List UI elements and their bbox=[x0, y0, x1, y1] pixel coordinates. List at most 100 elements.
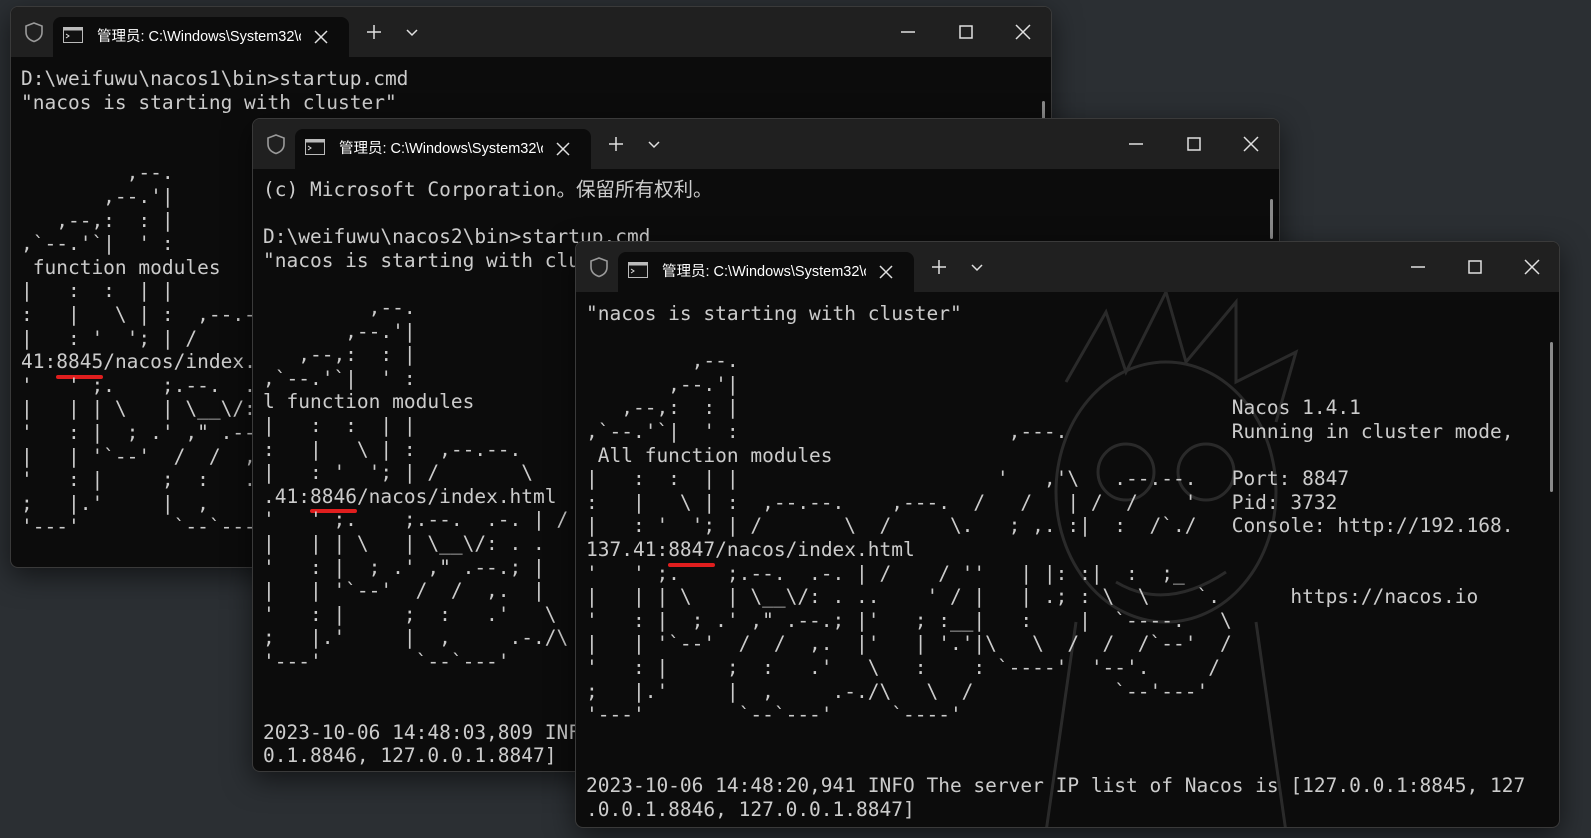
shield-icon bbox=[590, 257, 608, 278]
line-text: | : : | | bbox=[263, 414, 416, 437]
tab-cmd[interactable]: 管理员: C:\Windows\System32\cmd.exe bbox=[295, 129, 591, 169]
line-text: 137.41: bbox=[586, 538, 669, 561]
line-text: ,--. bbox=[263, 296, 416, 319]
line-text: ,`--.'`| ' : bbox=[21, 232, 174, 256]
terminal-line: | : ' '; | / \ bbox=[263, 461, 533, 485]
terminal-line: | : : | | bbox=[21, 279, 174, 303]
minimize-button[interactable] bbox=[895, 19, 921, 45]
title-bar[interactable]: 管理员: C:\Windows\System32\cmd.exe bbox=[253, 119, 1279, 169]
terminal-line: ' ' ;. ;.--. . bbox=[21, 374, 256, 398]
line-text: | : : | | bbox=[21, 279, 174, 303]
maximize-button[interactable] bbox=[1462, 254, 1488, 280]
line-text: ' : | ; : .' \ : : `----' '--'. / bbox=[586, 656, 1220, 679]
terminal-line: 2023-10-06 14:48:03,809 INFO bbox=[263, 721, 592, 745]
close-tab-icon[interactable] bbox=[553, 139, 573, 159]
terminal-line: ' ' ;. ;.--. .-. | / bbox=[263, 508, 568, 532]
close-tab-icon[interactable] bbox=[311, 27, 331, 47]
scrollbar[interactable] bbox=[1550, 342, 1553, 492]
line-text: /nacos/index.html bbox=[715, 538, 915, 561]
terminal-content[interactable]: "nacos is starting with cluster" ,--. ,-… bbox=[576, 292, 1559, 827]
terminal-line: 137.41:8847/nacos/index.html bbox=[586, 538, 915, 567]
terminal-line: ' : | ; .' ," .--. bbox=[21, 421, 268, 445]
terminal-line: ; |.' | , .-./\ bbox=[263, 626, 568, 650]
chevron-down-icon[interactable] bbox=[401, 21, 423, 43]
line-text: function modules bbox=[21, 255, 221, 279]
line-text: ; |.' | , bbox=[21, 491, 209, 515]
line-text: ; |.' | , .-./\ \ / `--'---' bbox=[586, 679, 1209, 703]
close-button[interactable] bbox=[1519, 254, 1545, 280]
line-text: ,--.'| bbox=[586, 372, 739, 396]
tab-cmd[interactable]: 管理员: C:\Windows\System32\cmd.exe bbox=[53, 17, 349, 57]
terminal-line: ' : | ; .' ," .--.; |' ; :__| : | `----.… bbox=[586, 609, 1232, 633]
new-tab-button[interactable] bbox=[363, 21, 385, 43]
terminal-line: D:\weifuwu\nacos1\bin>startup.cmd bbox=[21, 67, 408, 91]
line-text: | | | \ | \__\/: . bbox=[21, 397, 280, 421]
terminal-line: ' ' ;. ;.--. .-. | / / '' | |: :| : ;_ bbox=[586, 562, 1185, 586]
tab-cmd[interactable]: 管理员: C:\Windows\System32\cmd.exe bbox=[618, 252, 914, 292]
highlighted-port: 8847 bbox=[668, 538, 716, 567]
line-text: '---' `--`---' `----' bbox=[586, 703, 962, 727]
line-text: : | \ | : ,--.- bbox=[21, 303, 256, 326]
terminal-line: ,--,: : | bbox=[21, 208, 174, 233]
title-bar[interactable]: 管理员: C:\Windows\System32\cmd.exe bbox=[576, 242, 1559, 292]
line-text: "nacos is starting with cluster" bbox=[586, 302, 962, 325]
tab-title: 管理员: C:\Windows\System32\cmd.exe bbox=[97, 29, 301, 45]
line-text: ,`--.'`| ' : ,---. Running in cluster mo… bbox=[586, 420, 1514, 443]
terminal-line: ' : | ; .' ," .--.; | bbox=[263, 556, 545, 580]
terminal-line: All function modules bbox=[586, 444, 833, 468]
line-text: 2023-10-06 14:48:20,941 INFO The server … bbox=[586, 774, 1526, 797]
scrollbar[interactable] bbox=[1270, 199, 1273, 239]
new-tab-button[interactable] bbox=[928, 256, 950, 278]
terminal-line: '---' `--`--- bbox=[21, 515, 256, 539]
line-text: ,--. bbox=[21, 161, 174, 185]
line-text: | : : | | ' ,'\ .--.--. Port: 8847 bbox=[586, 467, 1350, 491]
line-text: /nacos/index.html bbox=[356, 484, 557, 508]
line-text: ,--,: : | bbox=[21, 208, 174, 232]
terminal-line: ,--. bbox=[586, 349, 739, 373]
terminal-line: function modules bbox=[21, 256, 221, 280]
line-text: ,--.'| bbox=[263, 319, 416, 343]
close-button[interactable] bbox=[1010, 19, 1036, 45]
terminal-line: ,--,: : | bbox=[263, 343, 416, 367]
line-text: ; |.' | , .-./\ bbox=[263, 626, 569, 650]
terminal-window-3[interactable]: 管理员: C:\Windows\System32\cmd.exe "nacos … bbox=[575, 241, 1560, 828]
line-text: ' ' ;. ;.--. .-. | / bbox=[263, 508, 569, 532]
terminal-line: ,`--.'`| ' : bbox=[263, 367, 416, 391]
terminal-line: : | \ | : ,--.--. bbox=[263, 438, 521, 462]
terminal-line: .0.0.1.8846, 127.0.0.1.8847] bbox=[586, 798, 915, 822]
line-text: ,--,: : | Nacos 1.4.1 bbox=[586, 396, 1361, 420]
line-text: : | \ | : ,--.--. bbox=[263, 437, 522, 461]
chevron-down-icon[interactable] bbox=[643, 133, 665, 155]
line-text: l function modules bbox=[263, 390, 475, 414]
terminal-line: ,`--.'`| ' : ,---. Running in cluster mo… bbox=[586, 420, 1513, 444]
minimize-button[interactable] bbox=[1405, 254, 1431, 280]
line-text: ' : | ; : .' bbox=[21, 468, 268, 492]
terminal-line: | | | \ | \__\/: . .. ' / | | .; : \ \ `… bbox=[586, 585, 1478, 609]
maximize-button[interactable] bbox=[1181, 131, 1207, 157]
line-text: ,--,: : | bbox=[263, 343, 416, 367]
line-text: ' : | ; .' ," .--.; | bbox=[263, 555, 545, 579]
new-tab-button[interactable] bbox=[605, 133, 627, 155]
line-text: "nacos is starting with cluster" bbox=[21, 90, 397, 114]
tab-title: 管理员: C:\Windows\System32\cmd.exe bbox=[662, 264, 866, 280]
line-text: ' ' ;. ;.--. .-. | / / '' | |: :| : ;_ bbox=[586, 561, 1185, 585]
terminal-line: ,--.'| bbox=[263, 319, 416, 344]
line-text: .0.0.1.8846, 127.0.0.1.8847] bbox=[586, 797, 915, 821]
minimize-button[interactable] bbox=[1123, 131, 1149, 157]
terminal-line: '---' `--`---' `----' bbox=[586, 703, 962, 727]
background-sketch-image bbox=[1045, 292, 1299, 827]
close-button[interactable] bbox=[1238, 131, 1264, 157]
terminal-line: '---' `--`---' bbox=[263, 650, 510, 674]
close-tab-icon[interactable] bbox=[876, 262, 896, 282]
terminal-line: | : ' '; | / bbox=[21, 327, 197, 351]
maximize-button[interactable] bbox=[953, 19, 979, 45]
line-text: ,--. bbox=[586, 349, 739, 373]
terminal-line: | : : | | bbox=[263, 414, 416, 438]
line-text: ,--.'| bbox=[21, 185, 174, 208]
line-text: D:\weifuwu\nacos1\bin>startup.cmd bbox=[21, 67, 409, 90]
line-text: | | | \ | \__\/: . . bbox=[263, 532, 545, 555]
terminal-line: ,--.'| bbox=[586, 372, 739, 397]
title-bar[interactable]: 管理员: C:\Windows\System32\cmd.exe bbox=[11, 7, 1051, 57]
chevron-down-icon[interactable] bbox=[966, 256, 988, 278]
terminal-line: ' : | ; : .' bbox=[21, 468, 268, 492]
